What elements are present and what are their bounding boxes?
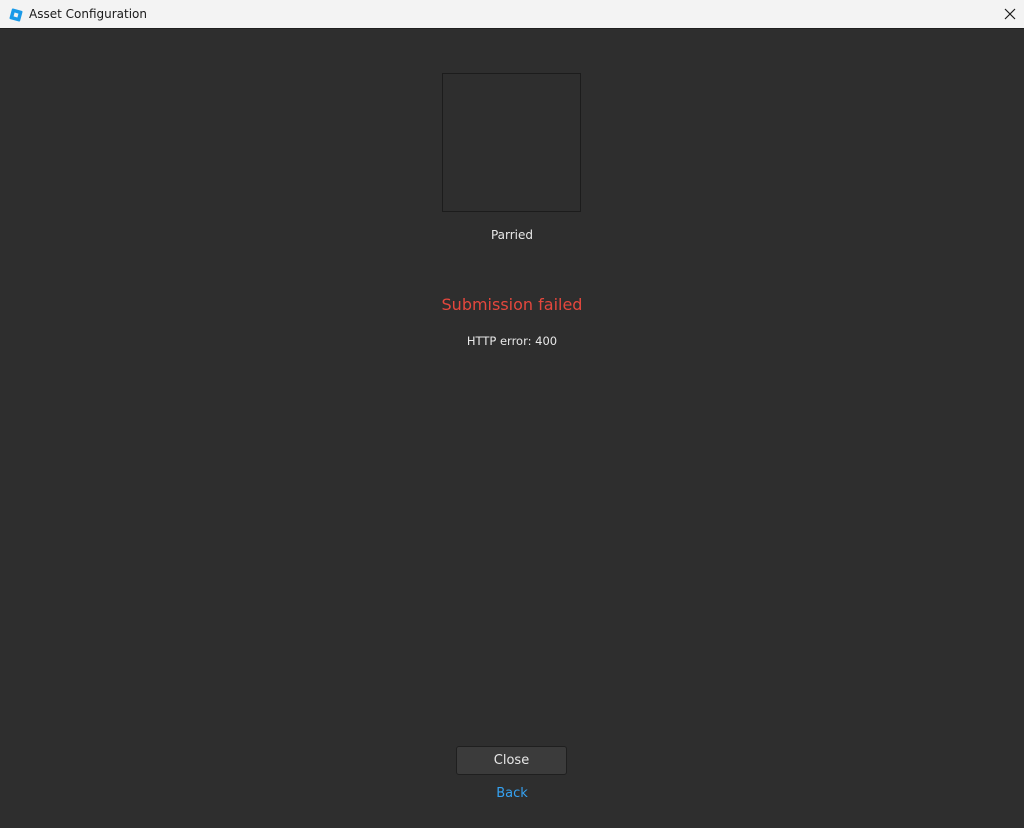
status-detail: HTTP error: 400 — [466, 334, 558, 348]
title-bar[interactable]: Asset Configuration — [0, 0, 1024, 29]
dialog-content: Parried Submission failed HTTP error: 40… — [0, 29, 1024, 828]
status-title: Submission failed — [441, 295, 583, 314]
close-icon[interactable] — [996, 0, 1024, 28]
window-title: Asset Configuration — [29, 7, 147, 21]
asset-configuration-window: Asset Configuration Parried Submission f… — [0, 0, 1024, 828]
roblox-studio-icon — [9, 7, 23, 22]
back-link[interactable]: Back — [462, 786, 562, 801]
close-button[interactable]: Close — [456, 746, 567, 775]
asset-thumbnail — [442, 73, 581, 212]
asset-name: Parried — [490, 228, 534, 242]
